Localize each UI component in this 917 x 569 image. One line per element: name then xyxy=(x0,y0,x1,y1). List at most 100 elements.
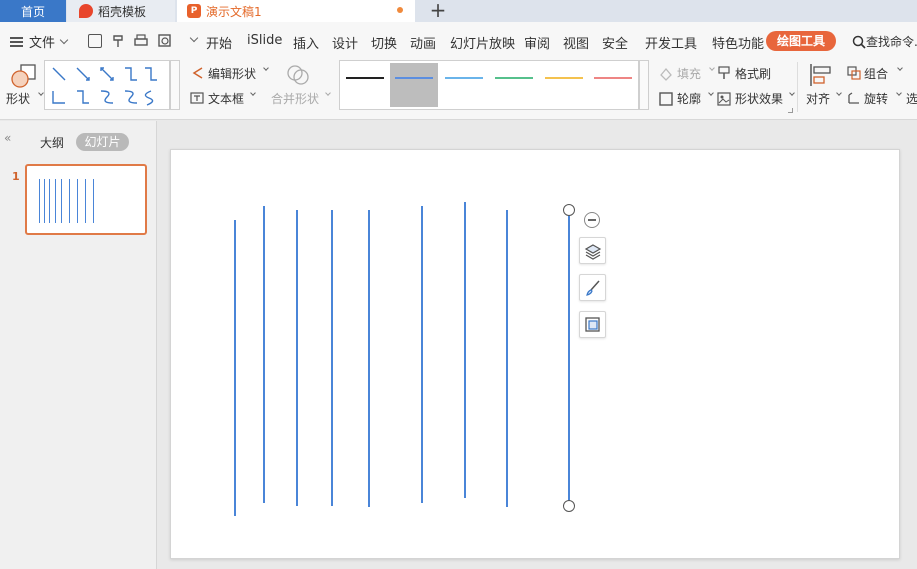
menu-insert[interactable]: 插入 xyxy=(293,33,319,52)
text-box-dropdown-icon[interactable] xyxy=(250,90,256,96)
vertical-line[interactable] xyxy=(234,220,236,516)
menu-developer[interactable]: 开发工具 xyxy=(645,33,697,52)
line-style-green[interactable] xyxy=(495,77,533,79)
tab-outline[interactable]: 大纲 xyxy=(40,134,64,151)
align-icon[interactable] xyxy=(808,62,834,88)
dialog-launcher-icon[interactable] xyxy=(788,108,793,113)
format-painter-button[interactable]: 格式刷 xyxy=(735,65,771,82)
thumb-line xyxy=(93,179,95,223)
fill-icon[interactable] xyxy=(658,66,674,82)
shape-gallery-scroll[interactable] xyxy=(170,60,180,110)
outline-dropdown-icon[interactable] xyxy=(708,90,714,96)
collapse-panel-icon[interactable]: « xyxy=(4,131,11,145)
shape-effect-icon[interactable] xyxy=(716,91,732,107)
ribbon: 形状 编辑形状 文本框 合并形状 填充 格式刷 轮廓 形状效果 对齐 组合 旋转… xyxy=(0,58,917,120)
menu-home[interactable]: 开始 xyxy=(206,33,232,52)
edit-shape-button[interactable]: 编辑形状 xyxy=(208,65,256,82)
vertical-line[interactable] xyxy=(296,210,298,506)
print-preview-icon[interactable] xyxy=(157,33,173,49)
menu-animation[interactable]: 动画 xyxy=(410,33,436,52)
layers-button[interactable] xyxy=(579,237,606,264)
shape-dropdown-icon[interactable] xyxy=(38,90,44,96)
line-style-gallery[interactable] xyxy=(339,60,639,110)
tab-template[interactable]: 稻壳模板 xyxy=(67,0,175,22)
edit-shape-dropdown-icon[interactable] xyxy=(263,65,269,71)
file-menu-label: 文件 xyxy=(29,36,56,51)
shape-effect-button[interactable]: 形状效果 xyxy=(735,90,783,107)
line-style-light-blue[interactable] xyxy=(445,77,483,79)
tab-home-label: 首页 xyxy=(20,4,45,19)
menu-security[interactable]: 安全 xyxy=(602,33,628,52)
outline-button[interactable]: 轮廓 xyxy=(677,90,701,107)
align-button[interactable]: 对齐 xyxy=(806,90,830,107)
tab-home[interactable]: 首页 xyxy=(0,0,66,22)
print-icon[interactable] xyxy=(133,33,149,49)
slide-thumbnail[interactable] xyxy=(25,164,147,235)
group-button[interactable]: 组合 xyxy=(864,65,888,82)
text-box-icon[interactable] xyxy=(190,91,204,105)
align-dropdown-icon[interactable] xyxy=(836,90,842,96)
style-gallery-scroll[interactable] xyxy=(639,60,649,110)
group-icon[interactable] xyxy=(846,65,862,81)
tab-template-label: 稻壳模板 xyxy=(98,4,147,19)
line-style-blue[interactable] xyxy=(395,77,433,79)
menu-transition[interactable]: 切换 xyxy=(371,33,397,52)
slide-canvas[interactable] xyxy=(170,149,900,559)
menu-view[interactable]: 视图 xyxy=(563,33,589,52)
rotate-icon[interactable] xyxy=(846,91,862,107)
fill-button[interactable]: 填充 xyxy=(677,65,701,82)
group-dropdown-icon[interactable] xyxy=(897,65,903,71)
outline-icon[interactable] xyxy=(658,91,674,107)
rotate-dropdown-icon[interactable] xyxy=(896,90,902,96)
rotate-button[interactable]: 旋转 xyxy=(864,90,888,107)
vertical-line[interactable] xyxy=(263,206,265,503)
vertical-line[interactable] xyxy=(421,206,423,503)
menu-drawing-tools[interactable]: 绘图工具 xyxy=(766,31,836,51)
fill-dropdown-icon[interactable] xyxy=(709,65,715,71)
merge-shape-icon[interactable] xyxy=(285,62,311,88)
selected-vertical-line[interactable] xyxy=(568,210,570,506)
shape-icon[interactable] xyxy=(10,62,38,90)
file-menu[interactable]: 文件 xyxy=(10,32,69,51)
merge-shape-button[interactable]: 合并形状 xyxy=(271,90,319,107)
format-painter-icon[interactable] xyxy=(110,33,126,49)
shape-effect-dropdown-icon[interactable] xyxy=(789,90,795,96)
new-tab-button[interactable]: + xyxy=(428,0,448,22)
unsaved-dot-icon xyxy=(397,7,403,13)
tab-slides[interactable]: 幻灯片 xyxy=(76,133,129,151)
format-painter-brush-icon[interactable] xyxy=(716,65,732,81)
menu-features[interactable]: 特色功能 xyxy=(712,33,764,52)
line-style-yellow[interactable] xyxy=(545,77,583,79)
shape-label[interactable]: 形状 xyxy=(6,90,30,107)
brush-icon xyxy=(585,280,600,296)
text-box-button[interactable]: 文本框 xyxy=(208,90,244,107)
vertical-line[interactable] xyxy=(331,210,333,506)
tab-document[interactable]: P 演示文稿1 xyxy=(177,0,415,22)
vertical-line[interactable] xyxy=(506,210,508,507)
vertical-line[interactable] xyxy=(368,210,370,507)
line-style-red[interactable] xyxy=(594,77,632,79)
line-start-handle[interactable] xyxy=(563,204,575,216)
thumb-line xyxy=(61,179,63,223)
outline-style-button[interactable] xyxy=(579,311,606,338)
collapse-toolbar-icon[interactable] xyxy=(584,212,600,228)
menu-bar: 文件 开始 iSlide 插入 设计 切换 动画 幻灯片放映 审阅 视图 安全 … xyxy=(0,22,917,58)
quick-access-dropdown-icon[interactable] xyxy=(189,33,199,43)
line-style-button[interactable] xyxy=(579,274,606,301)
vertical-line[interactable] xyxy=(464,202,466,498)
edit-shape-icon[interactable] xyxy=(190,66,204,80)
search-command-label: 查找命令... xyxy=(866,35,917,49)
save-icon[interactable] xyxy=(88,34,102,48)
search-command[interactable]: 查找命令... xyxy=(852,33,917,50)
menu-review[interactable]: 审阅 xyxy=(524,33,550,52)
menu-slideshow[interactable]: 幻灯片放映 xyxy=(450,33,515,52)
line-end-handle[interactable] xyxy=(563,500,575,512)
select-button[interactable]: 选 xyxy=(906,90,917,107)
menu-design[interactable]: 设计 xyxy=(332,33,358,52)
line-style-black[interactable] xyxy=(346,77,384,79)
line-style-selected[interactable] xyxy=(390,63,438,107)
line-shape-gallery[interactable] xyxy=(44,60,170,110)
merge-shape-dropdown-icon[interactable] xyxy=(325,90,331,96)
presentation-icon: P xyxy=(187,4,201,18)
menu-islide[interactable]: iSlide xyxy=(247,33,282,48)
